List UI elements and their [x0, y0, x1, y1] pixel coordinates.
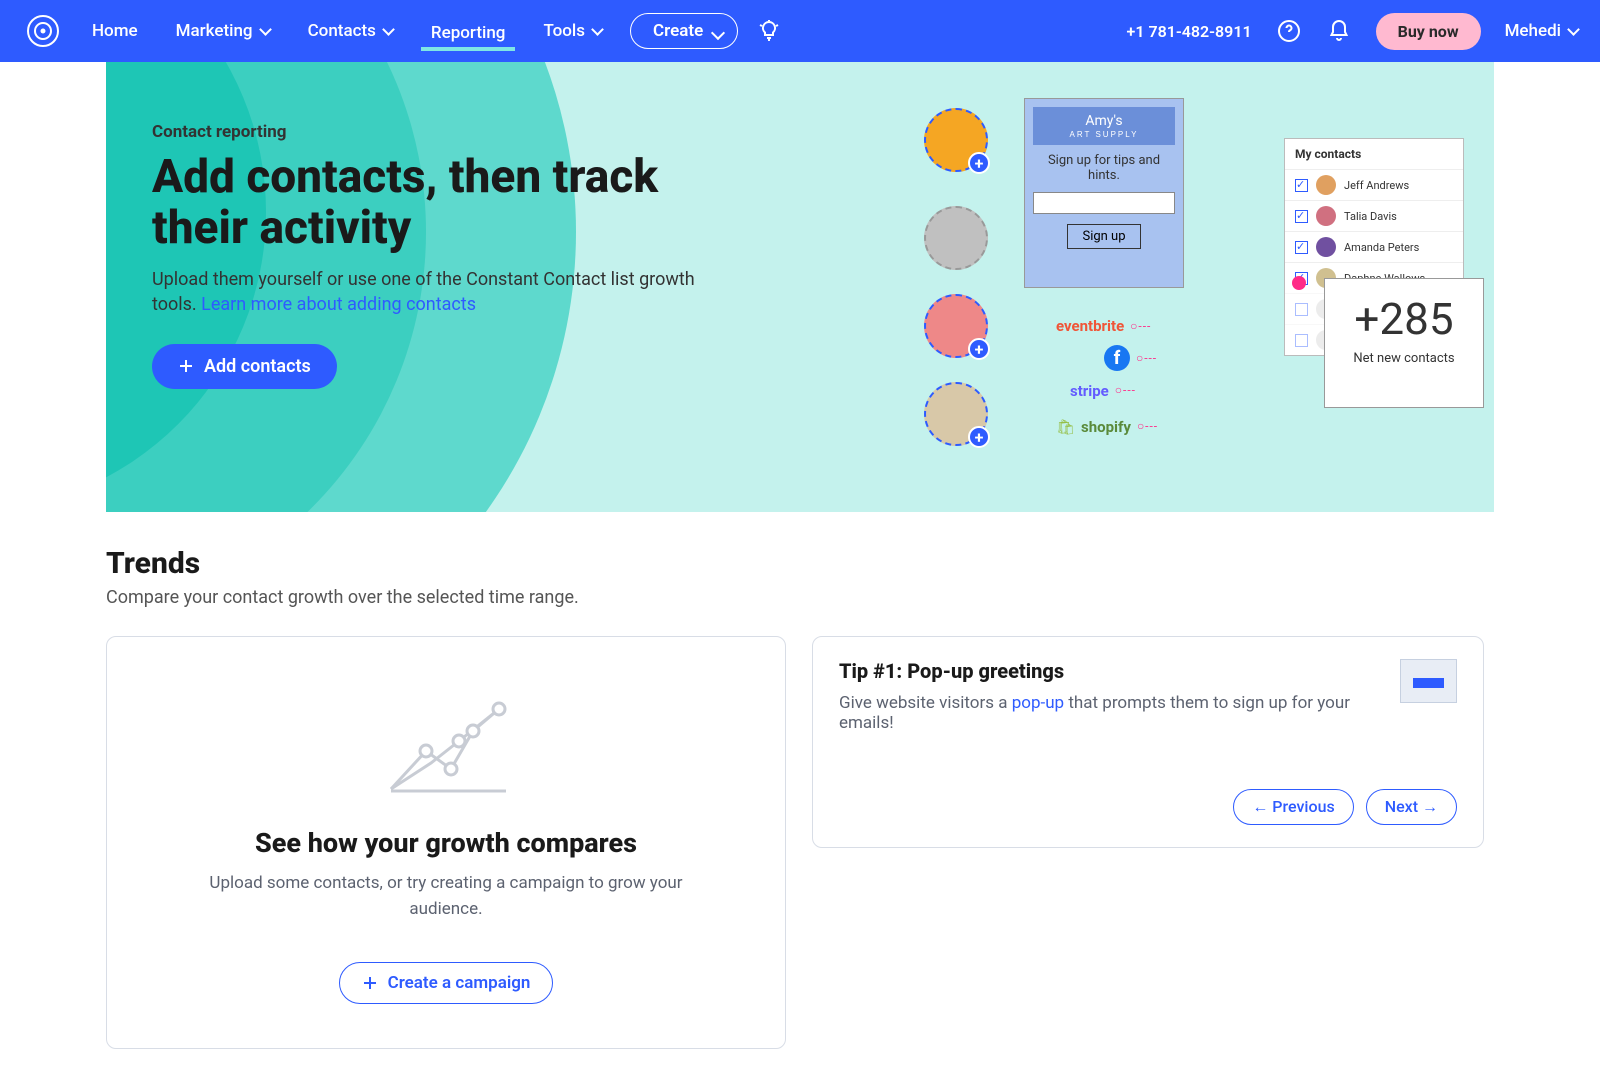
buy-now-button[interactable]: Buy now [1376, 13, 1481, 50]
net-contacts-card: +285 Net new contacts [1324, 278, 1484, 408]
nav-marketing-label: Marketing [176, 21, 253, 41]
plus-icon [362, 975, 378, 991]
contacts-panel-header: My contacts [1285, 139, 1463, 169]
user-name: Mehedi [1505, 21, 1561, 41]
chevron-down-icon [382, 23, 395, 36]
hero-eyebrow: Contact reporting [152, 122, 939, 142]
add-contacts-label: Add contacts [204, 356, 311, 377]
user-menu[interactable]: Mehedi [1505, 21, 1578, 41]
nav-marketing[interactable]: Marketing [166, 13, 280, 49]
tip-card: Tip #1: Pop-up greetings Give website vi… [812, 636, 1484, 848]
chevron-down-icon [259, 23, 272, 36]
contact-name: Talia Davis [1344, 210, 1397, 223]
growth-empty-desc: Upload some contacts, or try creating a … [167, 871, 725, 922]
nav-home[interactable]: Home [82, 13, 148, 49]
nav-left: Home Marketing Contacts Reporting Tools … [22, 10, 782, 52]
hero-title: Add contacts, then track their activity [152, 152, 752, 253]
nav-reporting[interactable]: Reporting [421, 15, 516, 51]
create-campaign-label: Create a campaign [388, 973, 531, 993]
top-navbar: Home Marketing Contacts Reporting Tools … [0, 0, 1600, 62]
help-icon[interactable] [1276, 18, 1302, 44]
tip-previous-button[interactable]: ← Previous [1233, 789, 1353, 825]
growth-empty-title: See how your growth compares [167, 827, 725, 859]
bell-icon[interactable] [1326, 18, 1352, 44]
tip-title: Tip #1: Pop-up greetings [839, 659, 1400, 683]
shopify-logo: shopify [1081, 409, 1131, 445]
contact-name: Amanda Peters [1344, 241, 1419, 254]
signup-brand: Amy's [1085, 113, 1122, 129]
tip-text: Give website visitors a pop-up that prom… [839, 693, 1400, 733]
signup-input-mock [1033, 192, 1175, 214]
trends-section: Trends Compare your contact growth over … [0, 512, 1600, 1083]
nav-right: +1 781-482-8911 Buy now Mehedi [1127, 13, 1578, 50]
lightbulb-icon[interactable] [756, 18, 782, 44]
nav-contacts[interactable]: Contacts [298, 13, 403, 49]
facebook-logo: f [1104, 345, 1130, 371]
signup-button-mock: Sign up [1067, 224, 1140, 249]
plus-icon [178, 358, 194, 374]
decorative-dot [1292, 276, 1306, 290]
popup-link[interactable]: pop-up [1012, 693, 1064, 713]
stripe-logo: stripe [1070, 373, 1109, 409]
net-contacts-label: Net new contacts [1325, 351, 1483, 366]
chevron-down-icon [591, 23, 604, 36]
trends-subtitle: Compare your contact growth over the sel… [106, 587, 1494, 608]
learn-more-link[interactable]: Learn more about adding contacts [201, 294, 476, 315]
hero-banner: Contact reporting Add contacts, then tra… [106, 62, 1494, 512]
signup-brand-sub: ART SUPPLY [1039, 130, 1169, 139]
nav-tools-label: Tools [543, 21, 585, 41]
integration-logos: eventbrite○ - - - f○ - - - stripe○ - - -… [1056, 308, 1156, 445]
signup-text: Sign up for tips and hints. [1033, 153, 1175, 183]
signup-card-mock: Amy'sART SUPPLY Sign up for tips and hin… [1024, 98, 1184, 288]
hero-illustration: + + + Amy'sART SUPPLY Sign up for tips a… [894, 98, 1464, 498]
hero-subtitle: Upload them yourself or use one of the C… [152, 267, 722, 317]
chevron-down-icon [1567, 23, 1580, 36]
tip-thumbnail-icon [1400, 659, 1457, 703]
tip-text-1: Give website visitors a [839, 693, 1012, 713]
brand-logo[interactable] [22, 10, 64, 52]
add-contacts-button[interactable]: Add contacts [152, 344, 337, 389]
contact-name: Jeff Andrews [1344, 179, 1409, 192]
phone-number[interactable]: +1 781-482-8911 [1127, 22, 1252, 41]
trends-title: Trends [106, 546, 1494, 581]
nav-tools[interactable]: Tools [533, 13, 612, 49]
tip-next-button[interactable]: Next → [1366, 789, 1457, 825]
net-contacts-count: +285 [1325, 293, 1483, 345]
growth-empty-card: See how your growth compares Upload some… [106, 636, 786, 1049]
chart-placeholder-icon [381, 691, 511, 801]
create-button[interactable]: Create [630, 13, 738, 49]
nav-contacts-label: Contacts [308, 21, 376, 41]
